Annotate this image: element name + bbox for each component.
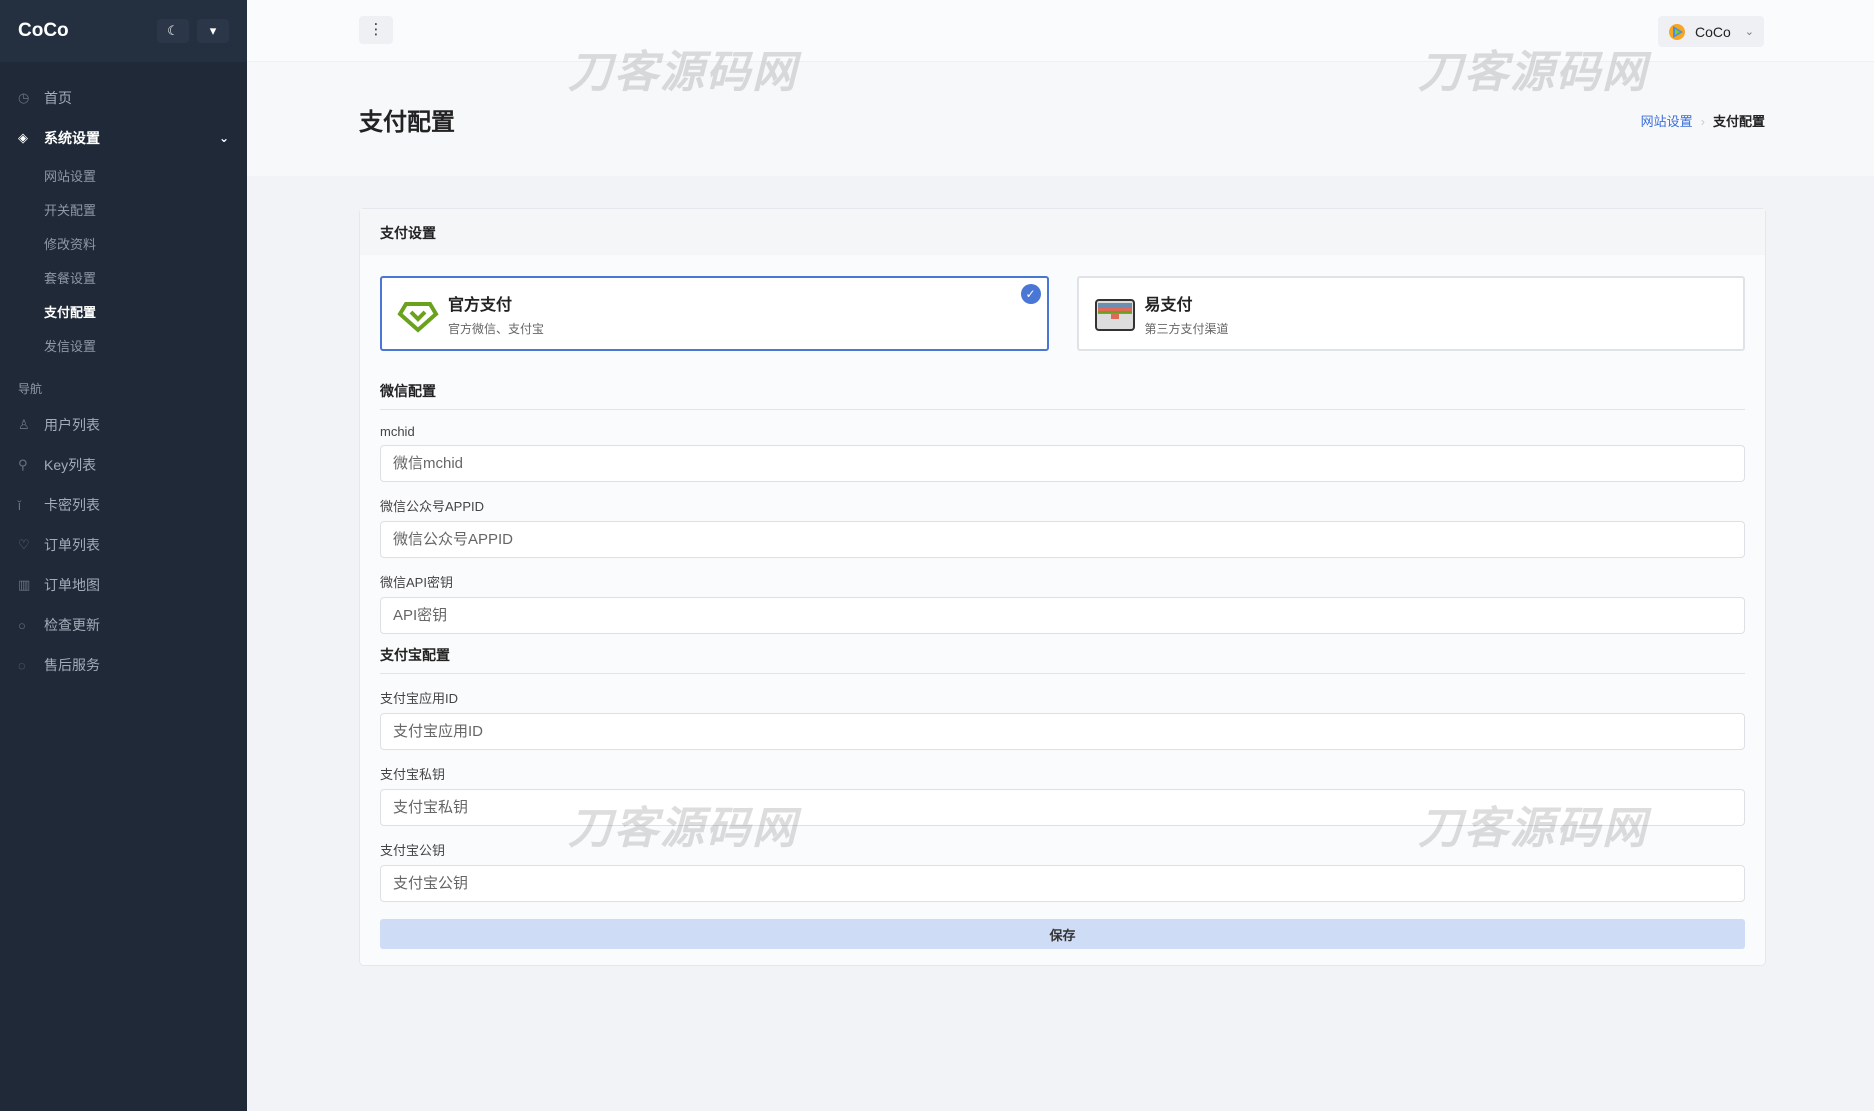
dashboard-icon: ◷ [18, 90, 30, 105]
page-title: 支付配置 [359, 109, 455, 136]
user-name: CoCo [1695, 23, 1731, 40]
label: 卡密列表 [44, 497, 100, 513]
field-label: 支付宝应用ID [380, 691, 459, 706]
pin-icon[interactable]: ▾ [197, 19, 229, 43]
breadcrumb: 网站设置 › 支付配置 [1641, 111, 1765, 130]
field-label: 支付宝公钥 [380, 843, 446, 858]
field-label: 支付宝私钥 [380, 767, 446, 782]
wechat-section-title: 微信配置 [380, 381, 1745, 410]
refresh-icon: ○ [18, 617, 26, 633]
wechat-appid-input[interactable] [380, 521, 1745, 558]
chevron-right-icon: › [1700, 114, 1705, 129]
chevron-down-icon: ⌄ [218, 131, 229, 145]
label: Key列表 [44, 457, 97, 473]
label: 用户列表 [44, 417, 100, 433]
moon-icon[interactable]: ☾ [157, 19, 189, 43]
payment-option-official[interactable]: 官方支付官方微信、支付宝 ✓ [380, 276, 1049, 351]
key-icon: ⚲ [18, 457, 28, 472]
sidebar-item-support[interactable]: ◌ 售后服务 [0, 645, 247, 685]
card-title: 支付设置 [360, 209, 1765, 255]
field-label: 微信API密钥 [380, 575, 453, 590]
sidebar-header: CoCo ☾ ▾ [0, 0, 247, 62]
wechat-api-key-input[interactable] [380, 597, 1745, 634]
breadcrumb-current: 支付配置 [1712, 114, 1765, 129]
sidebar-sub-payment[interactable]: 支付配置 [0, 294, 247, 328]
alipay-section-title: 支付宝配置 [380, 645, 1745, 674]
sidebar-sub-website[interactable]: 网站设置 [0, 158, 247, 192]
page-header: 支付配置 网站设置 › 支付配置 [247, 62, 1874, 176]
label: 售后服务 [44, 657, 100, 673]
sidebar-item-cards[interactable]: ǐ 卡密列表 [0, 485, 247, 525]
option-desc: 官方微信、支付宝 [448, 321, 545, 336]
label: 首页 [44, 90, 72, 106]
field-label: mchid [380, 424, 415, 439]
sidebar-item-home[interactable]: ◷ 首页 [0, 78, 247, 118]
payment-option-epay[interactable]: 易支付第三方支付渠道 [1076, 276, 1745, 351]
sidebar-item-system[interactable]: ◈ 系统设置 ⌄ [0, 118, 247, 158]
chevron-down-icon: ⌄ [1744, 26, 1754, 38]
heart-icon: ♡ [18, 537, 30, 552]
payment-settings-card: 支付设置 官方支付官方微信、支付宝 ✓ 易支付第三方支付渠道 微信配置 mchi… [359, 208, 1766, 966]
diamond-check-icon [397, 301, 439, 333]
field-label: 微信公众号APPID [380, 499, 485, 514]
sidebar-sub-profile[interactable]: 修改资料 [0, 226, 247, 260]
breadcrumb-link[interactable]: 网站设置 [1641, 114, 1693, 129]
users-icon: ♙ [18, 417, 30, 432]
topbar: ⋮ CoCo ⌄ [247, 0, 1874, 62]
sidebar: CoCo ☾ ▾ ◷ 首页 ◈ 系统设置 ⌄ 网站设置 开关配置 修改资料 套餐设置 … [0, 0, 247, 1111]
save-button[interactable]: 保存 [380, 919, 1745, 949]
sidebar-sub-package[interactable]: 套餐设置 [0, 260, 247, 294]
wallet-icon [1094, 298, 1135, 331]
layers-icon: ◈ [18, 130, 28, 145]
wechat-mchid-input[interactable] [380, 445, 1745, 482]
option-title: 易支付 [1144, 296, 1193, 314]
sidebar-item-order-map[interactable]: ▥ 订单地图 [0, 565, 247, 605]
option-title: 官方支付 [448, 296, 513, 314]
sidebar-item-keys[interactable]: ⚲ Key列表 [0, 445, 247, 485]
label: 系统设置 [44, 130, 100, 146]
nav-section-label: 导航 [18, 382, 43, 396]
label: 订单列表 [44, 537, 100, 553]
check-circle-icon: ✓ [1020, 284, 1041, 304]
sidebar-item-update[interactable]: ○ 检查更新 [0, 605, 247, 645]
sidebar-item-orders[interactable]: ♡ 订单列表 [0, 525, 247, 565]
user-menu[interactable]: CoCo ⌄ [1658, 16, 1764, 47]
logo[interactable]: CoCo [18, 20, 149, 42]
more-vertical-icon[interactable]: ⋮ [359, 16, 393, 44]
label: 订单地图 [44, 577, 100, 593]
label: 检查更新 [44, 617, 100, 633]
option-desc: 第三方支付渠道 [1144, 321, 1229, 336]
map-icon: ▥ [18, 577, 31, 592]
alipay-private-key-input[interactable] [380, 789, 1745, 826]
alipay-appid-input[interactable] [380, 713, 1745, 750]
card-icon: ǐ [18, 497, 21, 513]
sidebar-sub-switch[interactable]: 开关配置 [0, 192, 247, 226]
sidebar-sub-mail[interactable]: 发信设置 [0, 328, 247, 362]
avatar [1669, 23, 1685, 40]
sidebar-item-users[interactable]: ♙ 用户列表 [0, 405, 247, 445]
chat-icon: ◌ [18, 657, 26, 673]
alipay-public-key-input[interactable] [380, 865, 1745, 902]
